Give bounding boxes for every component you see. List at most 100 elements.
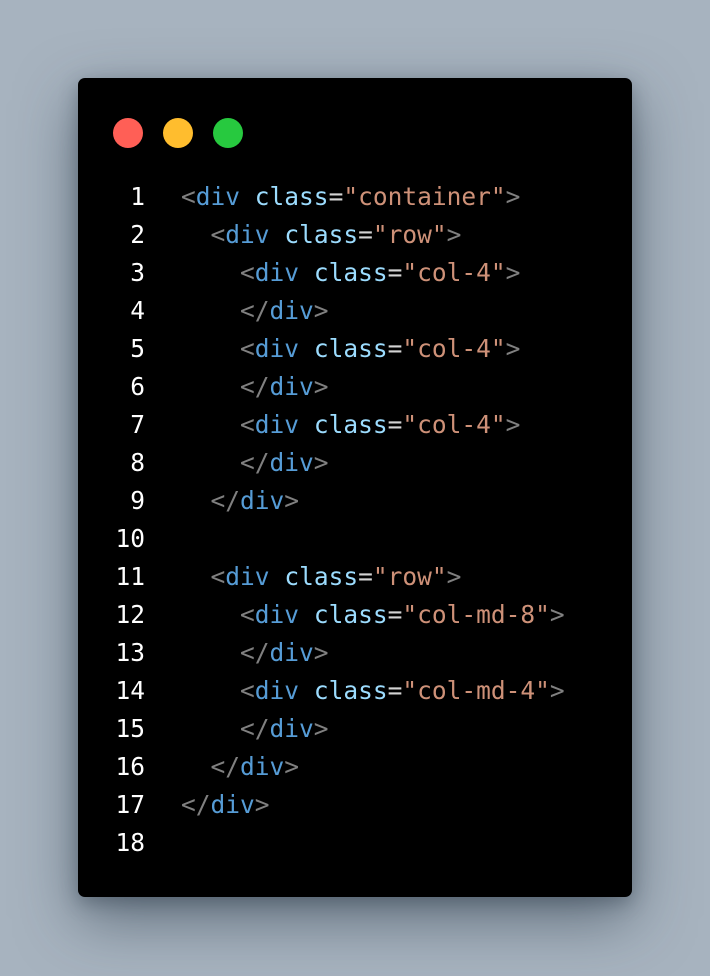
code-line: 5 <div class="col-4">	[78, 330, 632, 368]
tag-bracket: <	[210, 562, 226, 591]
code-line: 12 <div class="col-md-8">	[78, 596, 632, 634]
tag-name: div	[269, 296, 314, 325]
code-line: 14 <div class="col-md-4">	[78, 672, 632, 710]
tag-name: div	[254, 334, 300, 363]
code-block: 1 <div class="container"> 2 <div class="ro…	[78, 178, 632, 862]
tag-name: div	[269, 372, 314, 401]
tag-bracket: <	[181, 182, 196, 211]
attribute-name: class	[284, 562, 359, 591]
attribute-name: class	[313, 600, 388, 629]
equals-sign: =	[387, 600, 403, 629]
code-text: </div>	[181, 786, 270, 824]
line-number: 10	[115, 524, 145, 553]
code-line: 3 <div class="col-4">	[78, 254, 632, 292]
tag-bracket: </	[210, 486, 241, 515]
tag-bracket: >	[284, 752, 300, 781]
tag-bracket: </	[240, 296, 270, 325]
code-text: </div>	[181, 368, 329, 406]
attribute-value: "col-4"	[402, 334, 506, 363]
tag-bracket: >	[505, 410, 521, 439]
line-number: 13	[115, 638, 145, 667]
attribute-value: "container"	[343, 182, 506, 211]
tag-name: div	[225, 220, 270, 249]
attribute-name: class	[313, 676, 388, 705]
line-number: 18	[115, 828, 145, 857]
line-number: 9	[130, 486, 145, 515]
tag-bracket: >	[313, 372, 329, 401]
line-number: 5	[130, 334, 145, 363]
close-dot-icon[interactable]	[113, 118, 143, 148]
code-line: 1 <div class="container">	[78, 178, 632, 216]
code-line: 16 </div>	[78, 748, 632, 786]
code-text: <div class="col-4">	[181, 406, 520, 444]
line-number: 17	[115, 790, 145, 819]
attribute-name: class	[313, 334, 388, 363]
line-number: 12	[115, 600, 145, 629]
attribute-value: "col-md-4"	[402, 676, 550, 705]
tag-bracket: <	[240, 676, 255, 705]
minimize-dot-icon[interactable]	[163, 118, 193, 148]
line-number: 15	[115, 714, 145, 743]
tag-bracket: </	[240, 372, 270, 401]
tag-name: div	[269, 448, 314, 477]
code-text: </div>	[181, 634, 329, 672]
tag-bracket: <	[240, 334, 255, 363]
line-number: 11	[115, 562, 145, 591]
tag-bracket: >	[313, 448, 329, 477]
line-number: 14	[115, 676, 145, 705]
tag-name: div	[240, 486, 285, 515]
attribute-value: "col-4"	[402, 410, 506, 439]
code-text: <div class="col-4">	[181, 254, 520, 292]
line-number: 1	[130, 182, 145, 211]
tag-name: div	[254, 258, 300, 287]
zoom-dot-icon[interactable]	[213, 118, 243, 148]
line-number: 8	[130, 448, 145, 477]
attribute-value: "row"	[372, 220, 447, 249]
tag-bracket: >	[446, 220, 462, 249]
attribute-value: "col-md-8"	[402, 600, 550, 629]
code-line: 18	[78, 824, 632, 862]
tag-name: div	[269, 714, 314, 743]
line-number: 16	[115, 752, 145, 781]
line-number: 4	[130, 296, 145, 325]
tag-bracket: <	[210, 220, 226, 249]
code-line: 11 <div class="row">	[78, 558, 632, 596]
equals-sign: =	[358, 220, 373, 249]
attribute-value: "col-4"	[402, 258, 506, 287]
tag-name: div	[254, 676, 300, 705]
code-text: </div>	[181, 482, 300, 520]
tag-bracket: >	[284, 486, 300, 515]
attribute-value: "row"	[372, 562, 447, 591]
equals-sign: =	[387, 258, 403, 287]
code-text: <div class="col-4">	[181, 330, 520, 368]
code-line: 2 <div class="row">	[78, 216, 632, 254]
tag-bracket: >	[313, 714, 329, 743]
tag-bracket: </	[240, 714, 270, 743]
code-line: 4 </div>	[78, 292, 632, 330]
code-text: </div>	[181, 748, 300, 786]
attribute-name: class	[254, 182, 329, 211]
code-window: 1 <div class="container"> 2 <div class="ro…	[78, 78, 632, 897]
attribute-name: class	[313, 258, 388, 287]
code-line: 9 </div>	[78, 482, 632, 520]
equals-sign: =	[387, 334, 403, 363]
tag-bracket: >	[549, 676, 565, 705]
tag-bracket: >	[446, 562, 462, 591]
code-text: <div class="row">	[181, 558, 462, 596]
line-number: 2	[130, 220, 145, 249]
tag-name: div	[254, 600, 300, 629]
attribute-name: class	[284, 220, 359, 249]
